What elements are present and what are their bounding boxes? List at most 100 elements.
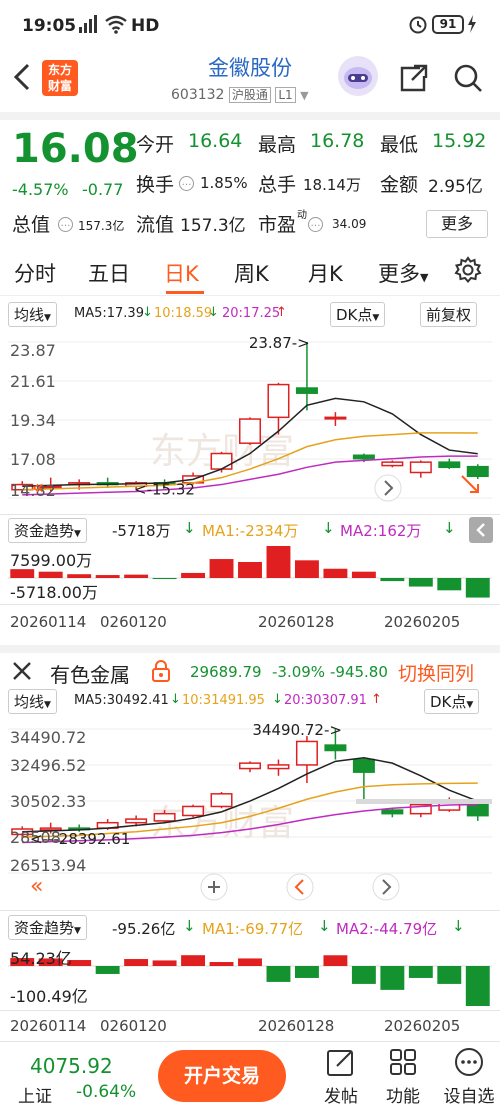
rewind-icon[interactable]: «: [30, 874, 43, 899]
tag-l1: L1: [275, 87, 296, 103]
chevron-down-icon: ▼: [44, 700, 51, 710]
stock-header: 东方 财富 金徽股份 603132 沪股通 L1 ▼: [0, 50, 500, 112]
tab-five-day[interactable]: 五日: [88, 258, 130, 288]
candle-up: [239, 762, 261, 770]
watermark: 东方财富: [150, 803, 294, 844]
sector-chart-toolbar: 均线▼ MA5:30492.41 ↓ 10:31491.95 ↓ 20:3030…: [0, 687, 500, 715]
low-label: 最低: [380, 134, 419, 156]
fund-flow-select[interactable]: 资金趋势▼: [8, 518, 87, 543]
expand-icon[interactable]: [461, 475, 479, 493]
outflow-bar: [465, 578, 490, 598]
info-icon[interactable]: …: [308, 217, 323, 232]
min-value-label: <---28392.61: [30, 830, 130, 848]
next-icon[interactable]: [372, 873, 400, 901]
search-icon[interactable]: [452, 62, 484, 98]
back-arrow-icon[interactable]: [10, 62, 34, 96]
index-value[interactable]: 4075.92: [30, 1054, 113, 1078]
arrow-up-icon: ↑: [371, 692, 382, 707]
assistant-avatar[interactable]: [338, 56, 378, 96]
next-icon[interactable]: [374, 474, 402, 502]
switch-peer-button[interactable]: 切换同列: [398, 659, 474, 686]
volume-value: 18.14万: [303, 176, 361, 194]
inflow-bar: [124, 574, 149, 578]
sector-date-axis: 20260114 0260120 20260128 20260205: [0, 1010, 500, 1040]
ma-select-label: 均线: [14, 306, 45, 324]
fund-flow-bar: 资金趋势▼ -5718万 ↓ MA1:-2334万 ↓ MA2:162万 ↓: [0, 514, 500, 544]
open-account-button[interactable]: 开户交易: [158, 1050, 286, 1102]
open-label: 今开: [136, 134, 175, 156]
date-label: 20260205: [384, 613, 461, 631]
y-axis-label: 26513.94: [10, 856, 86, 875]
stock-kline-chart[interactable]: 东方财富 23.8721.6119.3417.0814.82 23.87-> <…: [0, 328, 500, 514]
candle-up: [295, 740, 318, 766]
stock-date-axis: 20260114 0260120 20260128 20260205: [0, 604, 500, 636]
tab-week-k[interactable]: 周K: [234, 258, 269, 288]
ma-select[interactable]: 均线▼: [8, 689, 57, 714]
amount-label: 金额: [380, 174, 419, 196]
y-axis-label: 19.34: [10, 411, 56, 430]
share-icon[interactable]: [398, 62, 430, 98]
dk-point-button[interactable]: DK点▼: [424, 689, 480, 714]
chevron-down-icon: ▼: [466, 700, 474, 710]
outflow-bar: [351, 966, 376, 984]
arrow-down-icon: ↓: [443, 519, 456, 537]
wifi-icon: [104, 14, 128, 39]
fund-flow-select[interactable]: 资金趋势▼: [8, 915, 87, 940]
ma-select[interactable]: 均线▼: [8, 302, 57, 327]
tab-day-k[interactable]: 日K: [164, 258, 199, 288]
battery-level: 91: [432, 15, 464, 34]
stock-name[interactable]: 金徽股份: [150, 52, 350, 82]
turnover-value: 1.85%: [200, 174, 248, 192]
outflow-bar: [408, 966, 433, 978]
tab-more[interactable]: 更多▼: [378, 258, 428, 288]
info-icon[interactable]: …: [179, 176, 194, 191]
arrow-down-icon: ↓: [183, 519, 196, 537]
sector-kline-chart[interactable]: 东方财富 34490.7232496.5230502.3328508.26513…: [0, 715, 500, 909]
date-label: 20260114: [10, 613, 87, 631]
outflow-bar: [152, 578, 177, 580]
arrow-down-icon: ↓: [452, 917, 465, 935]
sector-name: 有色金属: [50, 663, 130, 687]
min-price-label: <-15.32: [134, 480, 195, 498]
ma10-label: 10:18.59: [154, 306, 213, 321]
y-axis-label: 34490.72: [10, 728, 86, 747]
alarm-icon: [408, 14, 428, 39]
tab-month-k[interactable]: 月K: [308, 258, 343, 288]
gear-icon[interactable]: [454, 256, 482, 289]
inflow-bar: [38, 571, 63, 578]
inflow-bar: [238, 958, 262, 966]
pe-sup: 动: [297, 210, 307, 221]
candle-up: [267, 764, 290, 770]
add-watchlist-button[interactable]: 设自选: [440, 1046, 498, 1107]
prev-icon[interactable]: [286, 873, 314, 901]
inflow-bar: [209, 559, 234, 578]
outflow-bar: [380, 966, 405, 990]
collapse-button[interactable]: [469, 517, 493, 543]
chevron-down-icon: ▼: [44, 313, 51, 323]
close-icon[interactable]: [10, 659, 34, 687]
function-button[interactable]: 功能: [380, 1046, 426, 1107]
y-axis-label: 21.61: [10, 372, 56, 391]
inflow-bar: [124, 959, 149, 966]
tag-hgt: 沪股通: [228, 87, 271, 103]
more-button[interactable]: 更多: [426, 210, 488, 238]
add-watchlist-label: 设自选: [443, 1087, 495, 1107]
tab-timeshare[interactable]: 分时: [14, 258, 56, 288]
mcap-value: 157.3亿: [78, 219, 125, 233]
chevron-down-icon: ▼: [420, 271, 429, 284]
info-icon[interactable]: …: [58, 217, 73, 232]
lock-icon[interactable]: [150, 659, 172, 687]
date-label: 0260120: [100, 613, 167, 631]
rewind-icon[interactable]: «: [32, 475, 44, 499]
high-value: 16.78: [310, 130, 365, 152]
fund-ma1: MA1:-2334万: [202, 522, 299, 540]
pe-label: 市盈: [258, 214, 297, 236]
fund-bottom-label: -5718.00万: [10, 583, 98, 602]
post-button[interactable]: 发帖: [318, 1046, 364, 1107]
adjust-button[interactable]: 前复权: [420, 302, 478, 327]
signal-icon: [78, 14, 102, 39]
candle-up: [409, 461, 432, 474]
dk-point-button[interactable]: DK点▼: [330, 302, 386, 327]
crosshair-band: [356, 799, 492, 804]
dropdown-icon[interactable]: ▼: [300, 89, 308, 102]
